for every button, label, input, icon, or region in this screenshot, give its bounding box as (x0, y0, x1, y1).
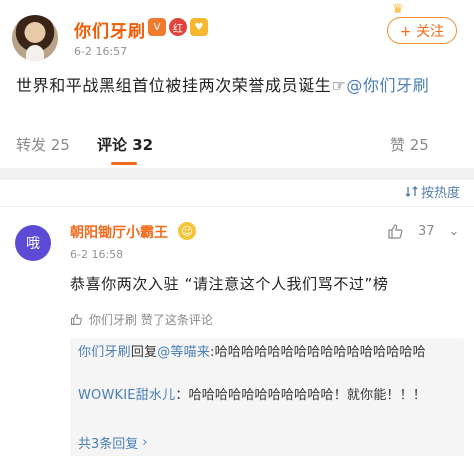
thumbs-up-icon (70, 313, 82, 326)
commenter-badge-icon[interactable]: ☺ (178, 222, 196, 240)
author-avatar[interactable] (12, 15, 58, 61)
comment-like-button[interactable]: 37 ⌄ (387, 223, 459, 240)
author-liked-note: 你们牙刷 赞了这条评论 (70, 311, 213, 328)
comment-text: 恭喜你两次入驻 “请注意这个人我们骂不过”榜 (70, 275, 389, 293)
reply-author[interactable]: WOWKIE甜水儿 (78, 388, 175, 403)
author-name[interactable]: 你们牙刷 (74, 17, 146, 42)
comment-item: 哦 朝阳锄厅小霸王 ☺ 6-2 16:58 37 ⌄ 恭喜你两次入驻 “请注意这… (0, 207, 474, 459)
reply-box[interactable]: 你们牙刷回复@等喵来:哈哈哈哈哈哈哈哈哈哈哈哈哈哈哈哈 WOWKIE甜水儿：哈哈… (70, 338, 464, 456)
sort-label: 按热度 (420, 186, 460, 201)
author-badges: V 红 ♥ (148, 18, 208, 36)
post-body: 世界和平战黑组首位被挂两次荣誉成员诞生☞ (16, 76, 347, 95)
liked-by-text: 你们牙刷 赞了这条评论 (89, 313, 213, 327)
vip-badge-icon[interactable]: V (148, 18, 166, 36)
reply-author[interactable]: 你们牙刷 (78, 345, 131, 360)
post-tab-bar: 转发 25 评论 32 赞 25 (0, 124, 474, 168)
reply-text: ：哈哈哈哈哈哈哈哈哈哈哈！就你能！！！ (175, 388, 427, 403)
reply-item[interactable]: 你们牙刷回复@等喵来:哈哈哈哈哈哈哈哈哈哈哈哈哈哈哈哈 (78, 343, 458, 363)
more-replies-label: 共3条回复 (78, 437, 139, 452)
tab-active-indicator (111, 162, 137, 165)
follow-button[interactable]: + 关注 (387, 17, 457, 44)
tab-like[interactable]: 赞 25 (390, 134, 429, 155)
reply-text: :哈哈哈哈哈哈哈哈哈哈哈哈哈哈哈哈 (210, 345, 426, 360)
more-replies-link[interactable]: 共3条回复 › (78, 433, 147, 452)
reply-verb: 回复 (130, 345, 158, 360)
comment-like-count: 37 (418, 224, 435, 239)
post-text: 世界和平战黑组首位被挂两次荣誉成员诞生☞@你们牙刷 (16, 74, 466, 98)
fan-badge-icon[interactable]: ♥ (190, 18, 208, 36)
sort-icon (405, 186, 418, 197)
reply-item[interactable]: WOWKIE甜水儿：哈哈哈哈哈哈哈哈哈哈哈！就你能！！！ (78, 386, 458, 406)
tab-repost[interactable]: 转发 25 (16, 134, 70, 155)
section-divider (0, 168, 474, 180)
post-mention-link[interactable]: @你们牙刷 (346, 76, 429, 95)
reply-mention[interactable]: @等喵来 (157, 345, 210, 360)
comment-more-icon[interactable]: ⌄ (449, 224, 460, 239)
commenter-avatar[interactable]: 哦 (15, 225, 51, 261)
chevron-right-icon: › (142, 435, 148, 450)
red-badge-icon[interactable]: 红 (169, 18, 187, 36)
post-header: 你们牙刷 V 红 ♥ 6-2 16:57 ♛ + 关注 (0, 0, 474, 68)
tab-comment[interactable]: 评论 32 (97, 134, 153, 155)
thumbs-up-icon (388, 224, 403, 239)
comment-time: 6-2 16:58 (70, 248, 124, 261)
post-time: 6-2 16:57 (74, 45, 128, 58)
sort-row: 按热度 (0, 180, 474, 204)
commenter-name[interactable]: 朝阳锄厅小霸王 (70, 222, 168, 242)
sort-by-hot-button[interactable]: 按热度 (405, 182, 460, 201)
crown-icon: ♛ (392, 2, 404, 17)
